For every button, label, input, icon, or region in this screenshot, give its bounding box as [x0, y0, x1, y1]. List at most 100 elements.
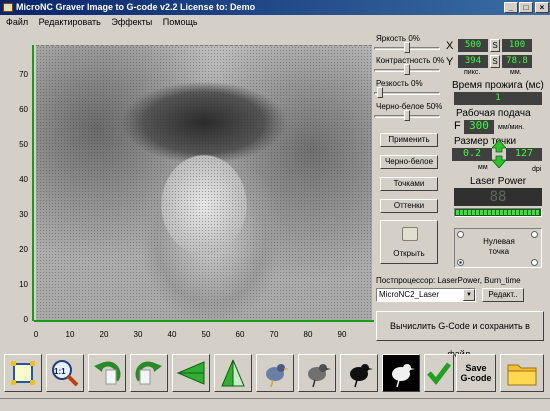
x-tick-label: 60	[235, 330, 245, 339]
filter-bw-button[interactable]	[340, 354, 378, 392]
laser-power-bar[interactable]	[454, 208, 542, 217]
contrast-thumb[interactable]	[404, 64, 410, 75]
x-tick-label: 70	[269, 330, 279, 339]
filter-color-button[interactable]	[256, 354, 294, 392]
height-px-field[interactable]: 394	[458, 55, 488, 68]
zero-point-label: Нулевая точка	[483, 237, 515, 256]
rotate-left-icon	[94, 361, 121, 385]
x-label: X	[446, 40, 454, 52]
shades-button[interactable]: Оттенки	[380, 199, 438, 213]
rotate-right-icon	[135, 361, 162, 385]
filter-inverse-button[interactable]	[382, 354, 420, 392]
laser-power-display: 88	[454, 188, 542, 206]
laser-power-label: Laser Power	[470, 176, 527, 187]
app-icon	[3, 3, 13, 12]
zero-point-top-right-radio[interactable]	[531, 231, 538, 238]
dot-size-label: Размер точки	[454, 136, 517, 147]
menu-file[interactable]: Файл	[0, 15, 32, 30]
bw-thumb[interactable]	[404, 110, 410, 121]
y-tick-label: 40	[19, 175, 28, 184]
menu-effects[interactable]: Эффекты	[107, 15, 156, 30]
x-axis-ruler	[34, 320, 374, 324]
y-tick-label: 50	[19, 140, 28, 149]
y-axis-ruler	[32, 45, 36, 321]
compute-gcode-button[interactable]: Вычислить G-Code и сохранить в файл.	[376, 311, 544, 359]
brightness-slider[interactable]	[374, 42, 440, 54]
px-unit-label: пикс.	[464, 69, 481, 76]
maximize-button[interactable]: □	[519, 2, 533, 13]
dot-size-field[interactable]: 0.2	[452, 148, 492, 161]
zero-point-bottom-left-radio[interactable]	[457, 259, 464, 266]
burn-time-field[interactable]: 1	[454, 92, 542, 105]
crop-frame-icon	[11, 361, 35, 385]
bird-color-icon	[266, 364, 289, 388]
y-label: Y	[446, 56, 454, 68]
menu-help[interactable]: Помощь	[159, 15, 202, 30]
postprocessor-label: Постпроцессор: LaserPower, Burn_time	[376, 276, 521, 285]
x-tick-label: 0	[33, 330, 39, 339]
fit-to-frame-button[interactable]	[4, 354, 42, 392]
lock-ratio-y-button[interactable]: S	[490, 55, 500, 68]
bw-button[interactable]: Черно-белое	[380, 155, 438, 169]
width-px-field[interactable]: 500	[458, 39, 488, 52]
sharpness-slider[interactable]	[374, 87, 440, 99]
x-tick-label: 10	[65, 330, 75, 339]
dpi-unit-label: dpi	[532, 166, 542, 173]
checkmark-icon	[427, 362, 451, 385]
feed-unit-label: мм/мин.	[498, 124, 525, 131]
postprocessor-value: MicroNC2_Laser	[379, 290, 440, 299]
brightness-thumb[interactable]	[404, 42, 410, 53]
engraving-preview-image[interactable]	[36, 45, 372, 320]
flip-horizontal-button[interactable]	[172, 354, 210, 392]
zoom-label: 1:1	[54, 367, 66, 376]
rotate-left-button[interactable]	[88, 354, 126, 392]
chevron-down-icon[interactable]: ▼	[463, 289, 475, 301]
zero-point-top-left-radio[interactable]	[457, 231, 464, 238]
dot-size-adjust-icon[interactable]	[491, 139, 507, 169]
x-tick-label: 40	[167, 330, 177, 339]
edit-postprocessor-button[interactable]: Редакт..	[482, 288, 524, 302]
minimize-button[interactable]: _	[504, 2, 518, 13]
flip-vertical-button[interactable]	[214, 354, 252, 392]
x-tick-label: 80	[303, 330, 313, 339]
y-tick-label: 70	[19, 70, 28, 79]
postprocessor-select[interactable]: MicroNC2_Laser ▼	[376, 288, 476, 302]
zero-point-bottom-right-radio[interactable]	[531, 259, 538, 266]
open-file-icon	[402, 227, 418, 241]
feed-rate-field[interactable]: 300	[464, 120, 494, 134]
folder-icon	[507, 364, 537, 386]
settings-panel: Яркость 0% Контрастность 0% Резкость 0% …	[372, 32, 550, 359]
x-tick-label: 90	[337, 330, 347, 339]
confirm-button[interactable]	[424, 354, 454, 392]
flip-horizontal-icon	[176, 361, 205, 385]
close-button[interactable]: ×	[535, 2, 549, 13]
feed-label: Рабочая подача	[456, 108, 531, 119]
save-gcode-label-line1: Save	[465, 363, 487, 373]
contrast-slider[interactable]	[374, 64, 440, 76]
flip-vertical-icon	[221, 359, 245, 387]
apply-button[interactable]: Применить	[380, 133, 438, 147]
filter-gray-button[interactable]	[298, 354, 336, 392]
menu-edit[interactable]: Редактировать	[35, 15, 105, 30]
y-tick-label: 10	[19, 280, 28, 289]
dpi-field[interactable]: 127	[506, 148, 542, 161]
feed-f-label: F	[454, 120, 461, 132]
save-gcode-button[interactable]: Save G-code	[456, 354, 496, 392]
height-mm-field[interactable]: 78.8	[502, 55, 532, 68]
burn-time-label: Время прожига (мс)	[452, 80, 544, 91]
zoom-actual-size-button[interactable]: 1:1	[46, 354, 84, 392]
dots-button[interactable]: Точками	[380, 177, 438, 191]
menu-bar: Файл Редактировать Эффекты Помощь	[0, 15, 550, 30]
zero-point-group: Нулевая точка	[454, 228, 542, 268]
title-bar: MicroNC Graver Image to G-code v2.2 Lice…	[0, 0, 550, 15]
rotate-right-button[interactable]	[130, 354, 168, 392]
open-button[interactable]: Открыть	[380, 220, 438, 264]
y-tick-label: 60	[19, 105, 28, 114]
open-folder-button[interactable]	[500, 354, 544, 392]
width-mm-field[interactable]: 100	[502, 39, 532, 52]
bw-slider[interactable]	[374, 110, 440, 122]
laser-power-fill	[456, 210, 540, 215]
lock-ratio-x-button[interactable]: S	[490, 39, 500, 52]
sharpness-thumb[interactable]	[377, 87, 383, 98]
save-gcode-label-line2: G-code	[460, 373, 492, 383]
